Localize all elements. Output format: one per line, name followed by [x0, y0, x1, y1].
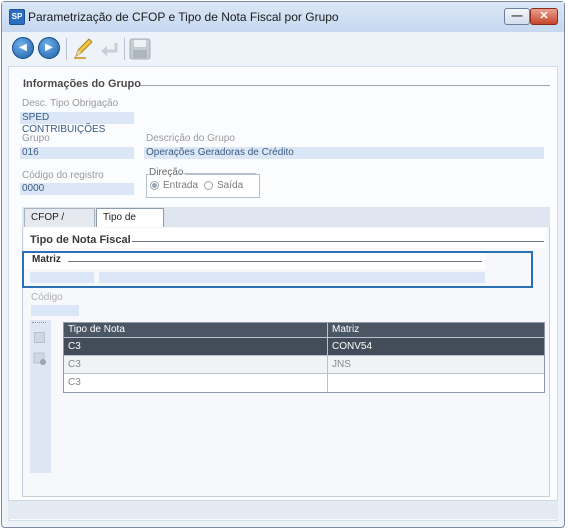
- cell-matriz[interactable]: [328, 374, 544, 392]
- tipo-nota-fiscal-title: Tipo de Nota Fiscal: [30, 234, 131, 246]
- desc-tipo-obrigacao-field: SPED CONTRIBUIÇÕES: [20, 112, 134, 135]
- delete-row-icon[interactable]: [33, 352, 47, 366]
- codigo-registro-field: 0000: [20, 183, 134, 195]
- entrada-radio[interactable]: [150, 181, 159, 190]
- window-title: Parametrização de CFOP e Tipo de Nota Fi…: [28, 10, 339, 24]
- minimize-button[interactable]: —: [504, 8, 530, 25]
- cell-matriz[interactable]: CONV54: [328, 338, 544, 355]
- column-header-tipo-de-nota[interactable]: Tipo de Nota: [64, 323, 328, 337]
- toolbar-separator: [66, 38, 67, 60]
- grupo-field: 016: [20, 147, 134, 159]
- undo-icon[interactable]: [98, 37, 122, 61]
- cell-tipo-de-nota[interactable]: C3: [64, 356, 328, 373]
- group-info-title: Informações do Grupo: [23, 78, 141, 90]
- back-icon[interactable]: ◀: [12, 37, 34, 59]
- divider: [140, 85, 550, 86]
- matriz-description-field[interactable]: [99, 272, 485, 283]
- column-header-matriz[interactable]: Matriz: [328, 323, 544, 337]
- add-row-icon[interactable]: [34, 332, 45, 343]
- table-row[interactable]: C3: [64, 374, 544, 392]
- desc-tipo-obrigacao-label: Desc. Tipo Obrigação: [22, 98, 119, 109]
- cell-tipo-de-nota[interactable]: C3: [64, 374, 328, 392]
- entrada-label[interactable]: Entrada: [163, 180, 198, 191]
- bottom-bar: [8, 500, 558, 519]
- codigo-field[interactable]: [31, 305, 79, 316]
- table-row[interactable]: C3 JNS: [64, 356, 544, 374]
- codigo-registro-label: Código do registro: [22, 170, 104, 181]
- divider: [68, 261, 482, 262]
- app-logo-icon: SP: [9, 9, 25, 25]
- drag-handle-icon[interactable]: [32, 322, 46, 325]
- toolbar-separator: [124, 38, 125, 60]
- table-row[interactable]: C3 CONV54: [64, 338, 544, 356]
- forward-icon[interactable]: ▶: [38, 37, 60, 59]
- save-icon[interactable]: [128, 37, 152, 61]
- cell-tipo-de-nota[interactable]: C3: [64, 338, 328, 355]
- tipo-nota-table: Tipo de Nota Matriz C3 CONV54 C3 JNS C3: [63, 322, 545, 393]
- tab-tipo-de-nota[interactable]: Tipo de Nota: [96, 208, 164, 241]
- descricao-grupo-label: Descrição do Grupo: [146, 133, 235, 144]
- edit-pencil-icon[interactable]: [72, 36, 94, 60]
- divider: [180, 173, 256, 174]
- grupo-label: Grupo: [22, 133, 50, 144]
- matriz-title: Matriz: [32, 254, 61, 265]
- close-button[interactable]: ✕: [530, 8, 558, 25]
- saida-label[interactable]: Saída: [217, 180, 243, 191]
- divider: [132, 241, 544, 242]
- saida-radio[interactable]: [204, 181, 213, 190]
- matriz-code-field[interactable]: [30, 272, 94, 283]
- codigo-label: Código: [31, 292, 63, 303]
- descricao-grupo-field: Operações Geradoras de Crédito: [144, 147, 544, 159]
- radio-selected-dot: [152, 183, 157, 188]
- tab-cfop-digito[interactable]: CFOP / Dígito: [24, 208, 95, 241]
- cell-matriz[interactable]: JNS: [328, 356, 544, 373]
- table-header-row: Tipo de Nota Matriz: [64, 323, 544, 338]
